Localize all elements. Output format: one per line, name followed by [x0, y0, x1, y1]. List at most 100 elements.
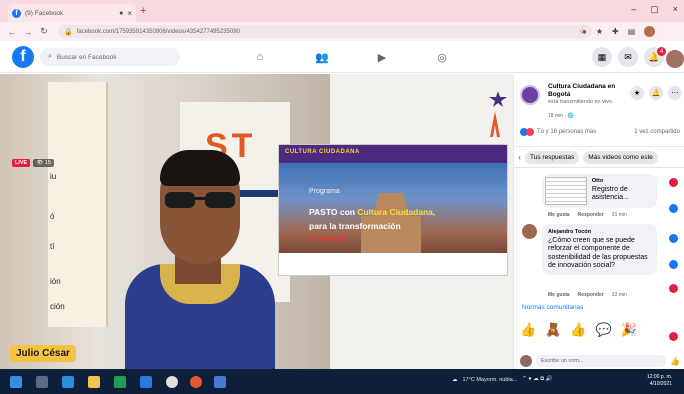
page-avatar[interactable]: [520, 85, 540, 105]
shares-count[interactable]: 1 vez compartido: [634, 129, 680, 135]
slide-header: CULTURA CIUDADANA: [279, 145, 507, 163]
commenter-avatar[interactable]: [522, 224, 537, 239]
like-comment-link[interactable]: Me gusta: [548, 212, 570, 218]
presenter-sunglasses: [165, 192, 237, 210]
groups-icon[interactable]: ◎: [434, 50, 450, 64]
url-text: facebook.com/175935914350906/videos/4354…: [76, 28, 240, 35]
extension-icon[interactable]: ★: [596, 27, 603, 36]
facebook-header: f ⌕ Buscar en Facebook ⌂ 👥 ▶ ◎ ▦ ✉ 🔔: [0, 41, 684, 73]
browser-tab[interactable]: f (9) Facebook ● ×: [8, 4, 136, 22]
messenger-icon[interactable]: ✉: [618, 47, 638, 67]
photos-icon[interactable]: [214, 376, 226, 388]
slide-title-line1: PASTO con Cultura Ciudadana,: [309, 207, 436, 217]
chrome-icon[interactable]: [190, 376, 202, 388]
minimize-button[interactable]: –: [631, 4, 636, 15]
watch-icon[interactable]: ▶: [374, 50, 390, 64]
comment: Alejandro Tocón ¿Cómo creen que se puede…: [522, 224, 657, 275]
page-name[interactable]: Cultura Ciudadana en Bogotá: [548, 83, 620, 99]
like-icon[interactable]: 👍: [670, 357, 680, 366]
more-options-icon[interactable]: ⋯: [668, 86, 682, 100]
home-icon[interactable]: ⌂: [252, 50, 268, 64]
community-standards-link[interactable]: Normas comunitarias: [522, 304, 583, 311]
settings-gear-icon[interactable]: [166, 376, 178, 388]
back-arrow-icon[interactable]: ←: [6, 26, 18, 38]
tab-close-icon[interactable]: ×: [127, 9, 132, 18]
reaction-icon: [669, 284, 678, 293]
teddy-icon[interactable]: 🧸: [545, 323, 561, 337]
reaction-icon: [669, 332, 678, 341]
comment-attachment-image[interactable]: [545, 177, 587, 205]
user-avatar: [520, 355, 532, 367]
clock[interactable]: 12:00 p. m. 4/10/2021: [636, 374, 672, 388]
slide-program-label: Programa: [309, 188, 340, 195]
viewer-count: 👁 15: [33, 159, 54, 167]
chevron-left-icon[interactable]: ‹: [518, 152, 521, 162]
profile-avatar[interactable]: [644, 26, 656, 37]
presentation-slide: CULTURA CIUDADANA Programa PASTO con Cul…: [278, 144, 508, 276]
excel-icon[interactable]: [114, 376, 126, 388]
slide-title-line3: territorial: [309, 233, 347, 243]
maximize-button[interactable]: ▢: [650, 4, 659, 15]
browser-tab-strip: f (9) Facebook ● × + – ▢ ×: [0, 0, 684, 22]
extensions-puzzle-icon[interactable]: ✚: [612, 27, 619, 36]
extension-icon[interactable]: ●: [582, 27, 587, 36]
comment-author[interactable]: Otto: [592, 177, 654, 186]
bell-icon[interactable]: 🔔: [649, 86, 663, 100]
facebook-search-input[interactable]: ⌕ Buscar en Facebook: [40, 48, 180, 66]
slide-footer: [279, 253, 507, 275]
task-view-icon[interactable]: [36, 376, 48, 388]
forward-arrow-icon[interactable]: →: [22, 26, 34, 38]
facebook-logo-icon[interactable]: f: [12, 46, 34, 68]
audio-playing-icon[interactable]: ●: [119, 10, 123, 17]
tray-icons[interactable]: ⌃ ● ☁ ⧉ 🔊: [522, 376, 552, 383]
love-reaction-icon: [526, 128, 534, 136]
reply-comment-link[interactable]: Responder: [578, 212, 604, 218]
presenter: [105, 144, 275, 369]
party-icon[interactable]: 🎉: [621, 323, 637, 337]
window-controls: – ▢ ×: [631, 4, 678, 15]
search-placeholder: Buscar en Facebook: [56, 53, 117, 61]
close-window-button[interactable]: ×: [673, 4, 678, 15]
lock-icon: 🔒: [64, 28, 73, 36]
slide-brand: CULTURA CIUDADANA: [285, 149, 360, 155]
reaction-icon: [669, 234, 678, 243]
comment-input[interactable]: Escribe un com...: [536, 355, 667, 367]
search-icon: ⌕: [48, 53, 52, 60]
comment-actions: Me gusta Responder 31 min: [548, 212, 627, 218]
weather-text[interactable]: 17°C Mayorm. nubla...: [463, 377, 518, 383]
account-avatar[interactable]: [666, 50, 684, 68]
panel-tabs: ‹ Tus respuestas Más videos como este: [514, 146, 684, 168]
comment: Otto Registro de asistencia...: [522, 174, 657, 208]
like-comment-link[interactable]: Me gusta: [548, 292, 570, 298]
reply-comment-link[interactable]: Responder: [578, 292, 604, 298]
presenter-name-badge: Julio César: [10, 345, 76, 362]
reactions-summary[interactable]: Tú y 16 personas más 1 vez compartido: [520, 128, 680, 136]
slide-title-line2: para la transformación: [309, 221, 401, 231]
thumbs-up-icon[interactable]: 👍: [520, 323, 536, 337]
windows-taskbar: ☁ 17°C Mayorm. nubla... ⌃ ● ☁ ⧉ 🔊 12:00 …: [0, 369, 684, 394]
new-tab-button[interactable]: +: [140, 5, 146, 17]
tab-mas-videos[interactable]: Más videos como este: [583, 150, 658, 164]
reactions-count: Tú y 16 personas más: [537, 129, 597, 135]
cultura-ciudadana-logo-icon: [489, 91, 507, 137]
reading-list-icon[interactable]: ▤: [628, 27, 636, 36]
tab-tus-respuestas[interactable]: Tus respuestas: [525, 150, 580, 164]
star-icon[interactable]: ★: [630, 86, 644, 100]
windows-start-icon[interactable]: [10, 376, 22, 388]
menu-grid-icon[interactable]: ▦: [592, 47, 612, 67]
post-time: 18 min · 🌐: [548, 113, 574, 119]
edge-browser-icon[interactable]: [62, 376, 74, 388]
speech-bubble-icon[interactable]: 💬: [596, 323, 612, 337]
friends-icon[interactable]: 👥: [314, 50, 330, 64]
comment-author[interactable]: Alejandro Tocón: [548, 228, 651, 237]
facebook-favicon-icon: f: [12, 8, 21, 18]
file-explorer-icon[interactable]: [88, 376, 100, 388]
thumbs-up-icon[interactable]: 👍: [570, 323, 586, 337]
reload-icon[interactable]: ↻: [38, 26, 50, 38]
word-icon[interactable]: [140, 376, 152, 388]
tab-title: (9) Facebook: [25, 9, 64, 17]
address-bar[interactable]: 🔒 facebook.com/175935914350906/videos/43…: [58, 25, 592, 38]
weather-icon[interactable]: ☁: [452, 377, 458, 383]
paper-text: ión: [50, 277, 61, 286]
extension-icons: ● ★ ✚ ▤: [582, 26, 656, 37]
